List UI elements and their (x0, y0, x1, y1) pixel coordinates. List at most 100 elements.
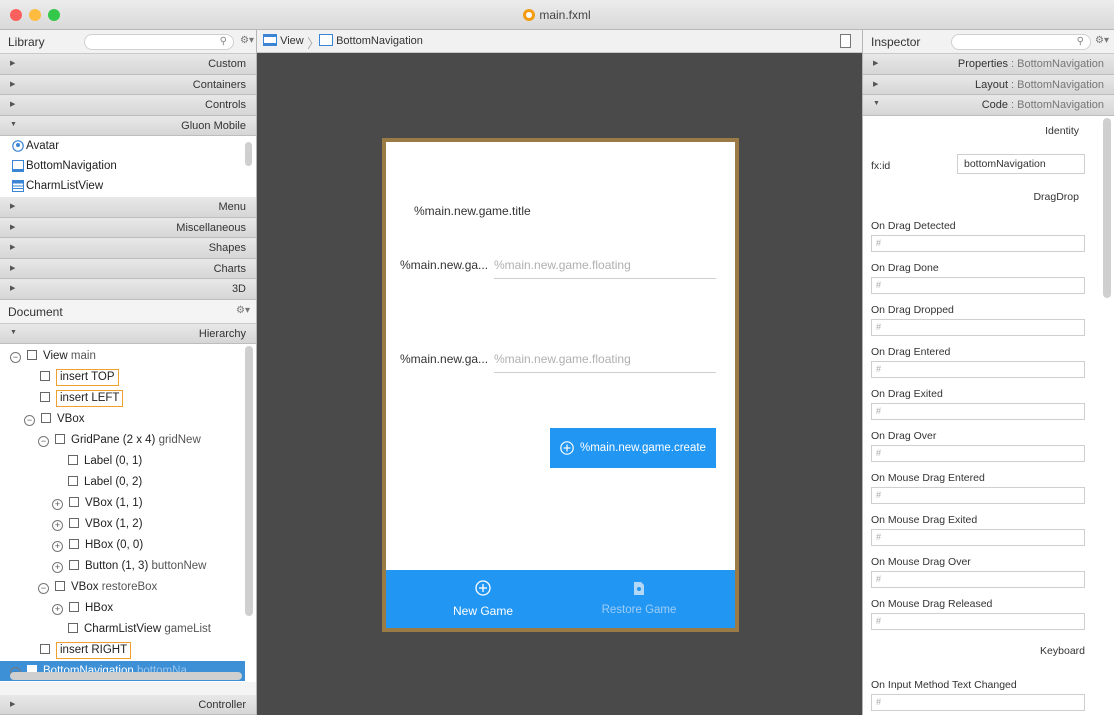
hierarchy-scrollbar[interactable] (245, 346, 253, 616)
library-section-top-3[interactable]: ▼ Gluon Mobile (0, 115, 256, 136)
event-handler-field[interactable]: # (871, 277, 1085, 294)
library-section-bottom-3[interactable]: ▶ Charts (0, 258, 256, 279)
document-gear-icon[interactable]: ⚙▾ (236, 305, 250, 316)
tree-node-7[interactable]: + VBox (1, 1) (0, 493, 245, 513)
library-section-bottom-2[interactable]: ▶ Shapes (0, 238, 256, 259)
event-handler-field[interactable]: # (871, 613, 1085, 630)
keyboard-header: Keyboard (1040, 645, 1085, 657)
library-section-bottom-4[interactable]: ▶ 3D (0, 279, 256, 300)
chevron-right-icon: ▶ (10, 80, 16, 88)
chevron-right-icon: ▶ (10, 101, 16, 108)
list-icon (68, 623, 78, 633)
collapse-icon[interactable]: − (38, 583, 49, 594)
search-icon: ⚲ (1076, 36, 1084, 47)
expand-icon[interactable]: + (52, 604, 63, 615)
event-handler-field[interactable]: # (871, 571, 1085, 588)
grid-icon (55, 434, 65, 444)
tree-node-0[interactable]: − View main (0, 346, 245, 366)
expand-icon[interactable]: + (52, 562, 63, 573)
inspector-gear-icon[interactable]: ⚙▾ (1095, 35, 1109, 46)
event-label: On Drag Done (871, 262, 939, 274)
library-item-charmlistview[interactable]: CharmListView (0, 176, 256, 196)
tree-node-3[interactable]: − VBox (0, 409, 245, 429)
tree-node-10[interactable]: + Button (1, 3) buttonNew (0, 556, 245, 576)
event-label: On Drag Detected (871, 220, 956, 232)
expand-icon[interactable]: + (52, 499, 63, 510)
library-section-bottom-0[interactable]: ▶ Menu (0, 197, 256, 218)
tree-node-5[interactable]: Label (0, 1) (0, 451, 245, 471)
tree-node-13[interactable]: CharmListView gameList (0, 619, 245, 639)
tree-node-label: Button (1, 3) (85, 560, 149, 572)
document-title: Document (8, 304, 63, 319)
collapse-icon[interactable]: − (38, 436, 49, 447)
library-item-avatar[interactable]: Avatar (0, 136, 256, 156)
event-handler-field[interactable]: # (871, 319, 1085, 336)
chevron-right-icon: ▶ (10, 264, 16, 272)
tree-node-label: CharmListView (84, 623, 162, 635)
inspector-search-input[interactable]: ⚲ (951, 34, 1091, 50)
breadcrumb-view[interactable]: View (263, 34, 304, 47)
library-scrollbar[interactable] (245, 142, 252, 166)
tree-node-6[interactable]: Label (0, 2) (0, 472, 245, 492)
tree-node-1[interactable]: insert TOP (0, 367, 245, 387)
tree-node-14[interactable]: insert RIGHT (0, 640, 245, 660)
library-section-top-0[interactable]: ▶ Custom (0, 54, 256, 75)
library-items: Avatar BottomNavigation CharmListView (0, 136, 256, 197)
library-section-top-1[interactable]: ▶ Containers (0, 74, 256, 95)
window-title: main.fxml (539, 8, 591, 22)
create-game-button[interactable]: %main.new.game.create (550, 428, 716, 468)
tree-node-sub: restoreBox (101, 581, 158, 593)
expand-icon[interactable]: + (52, 541, 63, 552)
tree-node-8[interactable]: + VBox (1, 2) (0, 514, 245, 534)
chevron-down-icon: ▼ (10, 328, 17, 336)
event-label: On Mouse Drag Entered (871, 472, 985, 484)
hierarchy-section[interactable]: ▼ Hierarchy (0, 323, 256, 344)
library-search-input[interactable]: ⚲ (84, 34, 234, 50)
content-area: View 〉 BottomNavigation %main.new.game.t… (257, 30, 862, 715)
inspector-section-layout[interactable]: ▶ Layout : BottomNavigation (863, 74, 1114, 95)
event-handler-field[interactable]: # (871, 445, 1085, 462)
inspector-section-properties[interactable]: ▶ Properties : BottomNavigation (863, 54, 1114, 75)
keyboard-event-field[interactable]: # (871, 694, 1085, 711)
event-handler-field[interactable]: # (871, 529, 1085, 546)
library-section-bottom-1[interactable]: ▶ Miscellaneous (0, 217, 256, 238)
library-section-top-2[interactable]: ▶ Controls (0, 95, 256, 116)
expand-icon[interactable]: + (52, 520, 63, 531)
hierarchy-hscrollbar[interactable] (10, 672, 242, 680)
tree-node-label: insert TOP (56, 369, 119, 386)
nav-new-game[interactable]: New Game (396, 570, 570, 628)
inspector-content: Identity fx:id bottomNavigation DragDrop… (863, 116, 1101, 715)
inspector-header: Inspector ⚲ ⚙▾ (863, 30, 1114, 54)
tree-node-label: HBox (85, 602, 114, 614)
event-handler-field[interactable]: # (871, 235, 1085, 252)
row1-text-field[interactable]: %main.new.game.floating (494, 258, 716, 279)
inspector-section-code[interactable]: ▼ Code : BottomNavigation (863, 95, 1114, 116)
library-gear-icon[interactable]: ⚙▾ (240, 35, 254, 46)
tree-node-label: VBox (1, 1) (85, 497, 143, 509)
chevron-right-icon: ▶ (10, 285, 16, 292)
collapse-icon[interactable]: − (24, 415, 35, 426)
vbox-icon (55, 581, 65, 591)
event-handler-field[interactable]: # (871, 487, 1085, 504)
controller-section[interactable]: ▶ Controller (0, 694, 256, 715)
top-icon (40, 371, 50, 381)
tree-node-2[interactable]: insert LEFT (0, 388, 245, 408)
event-handler-field[interactable]: # (871, 403, 1085, 420)
row2-text-field[interactable]: %main.new.game.floating (494, 352, 716, 373)
fxid-field[interactable]: bottomNavigation (957, 154, 1085, 174)
document-icon[interactable] (840, 34, 851, 48)
breadcrumb-bottomnavigation[interactable]: BottomNavigation (319, 34, 423, 47)
tree-node-11[interactable]: − VBox restoreBox (0, 577, 245, 597)
label-icon (68, 476, 78, 486)
inspector-scrollbar[interactable] (1103, 118, 1111, 298)
tree-node-4[interactable]: − GridPane (2 x 4) gridNew (0, 430, 245, 450)
tree-node-12[interactable]: + HBox (0, 598, 245, 618)
inspector-title: Inspector (871, 35, 921, 49)
tree-node-label: View (43, 350, 68, 362)
library-item-bottomnavigation[interactable]: BottomNavigation (0, 156, 256, 176)
event-handler-field[interactable]: # (871, 361, 1085, 378)
tree-node-9[interactable]: + HBox (0, 0) (0, 535, 245, 555)
collapse-icon[interactable]: − (10, 352, 21, 363)
tree-node-sub: main (70, 350, 96, 362)
nav-restore-game[interactable]: Restore Game (552, 570, 726, 628)
